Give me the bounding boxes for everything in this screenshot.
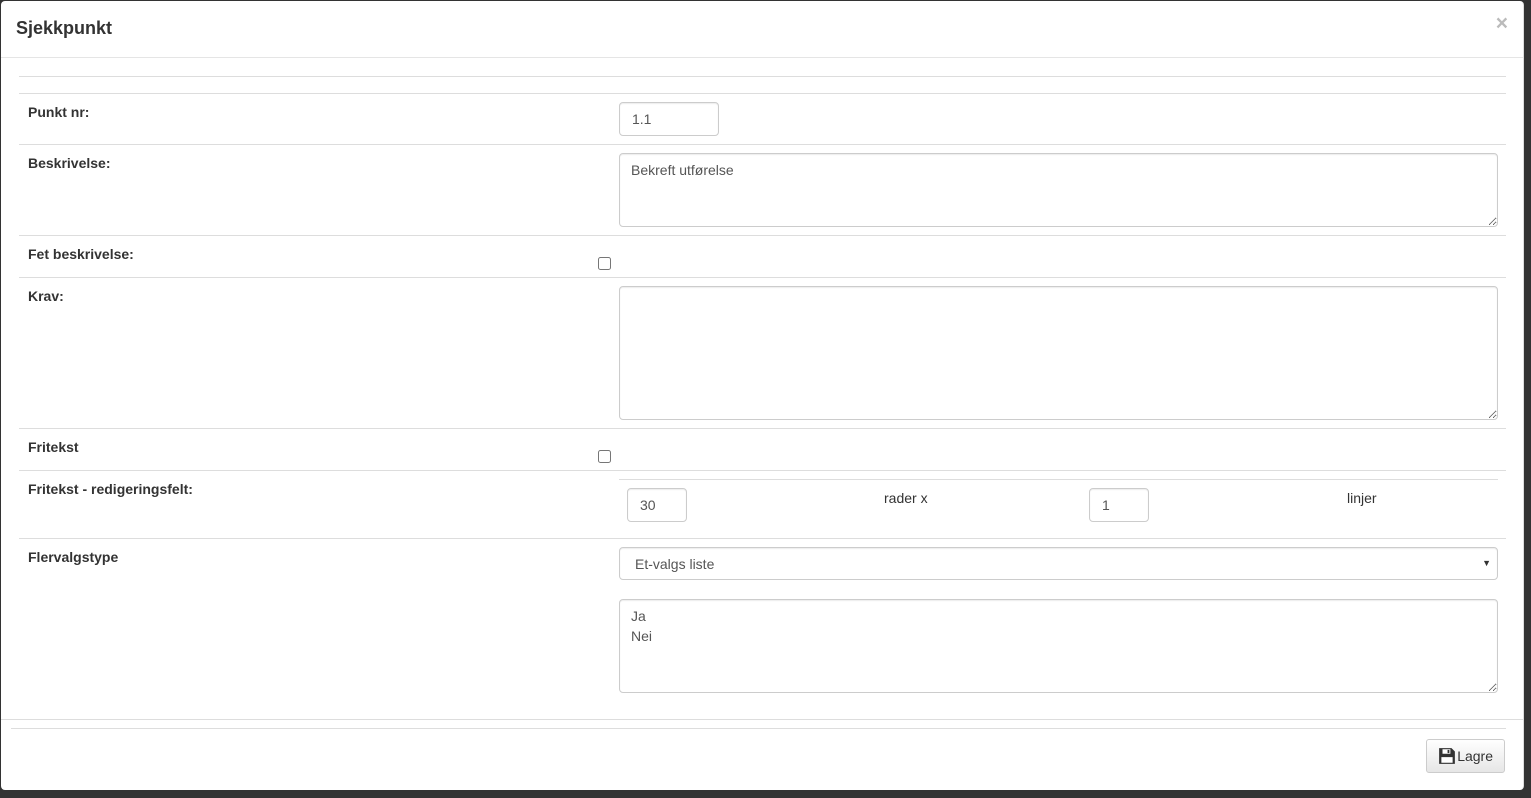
flervalgstype-select[interactable]: Et-valgs liste ▼ — [619, 547, 1498, 580]
divider — [619, 479, 1498, 480]
linjer-input[interactable] — [1089, 488, 1149, 522]
flervalgstype-selected-value: Et-valgs liste — [635, 556, 715, 572]
beskrivelse-label: Beskrivelse: — [28, 155, 111, 171]
divider — [19, 428, 1506, 429]
fritekst-label: Fritekst — [28, 439, 79, 455]
save-button-label: Lagre — [1457, 748, 1493, 764]
punkt-nr-input[interactable] — [619, 102, 719, 136]
fet-beskrivelse-checkbox[interactable] — [598, 257, 611, 270]
rader-input[interactable] — [627, 488, 687, 522]
krav-textarea[interactable] — [619, 286, 1498, 420]
floppy-disk-icon — [1439, 748, 1456, 764]
fet-beskrivelse-label: Fet beskrivelse: — [28, 246, 134, 262]
close-button[interactable]: × — [1496, 13, 1508, 34]
divider — [11, 728, 1506, 729]
divider — [19, 93, 1506, 94]
save-button[interactable]: Lagre — [1426, 739, 1505, 773]
divider — [19, 470, 1506, 471]
fritekst-checkbox[interactable] — [598, 450, 611, 463]
krav-label: Krav: — [28, 288, 64, 304]
divider — [19, 76, 1506, 77]
sjekkpunkt-dialog: Sjekkpunkt × Punkt nr: Beskrivelse: Bekr… — [1, 1, 1524, 790]
linjer-suffix: linjer — [1347, 490, 1377, 506]
punkt-nr-label: Punkt nr: — [28, 104, 90, 120]
flervalgstype-label: Flervalgstype — [28, 549, 119, 565]
divider — [1, 719, 1524, 720]
caret-down-icon: ▼ — [1482, 558, 1491, 568]
divider — [19, 277, 1506, 278]
rader-suffix: rader x — [884, 490, 928, 506]
divider — [19, 235, 1506, 236]
flervalg-options-textarea[interactable]: Ja Nei — [619, 599, 1498, 693]
beskrivelse-textarea[interactable]: Bekreft utførelse — [619, 153, 1498, 227]
dialog-title: Sjekkpunkt — [16, 18, 113, 38]
fritekst-redigeringsfelt-label: Fritekst - redigeringsfelt: — [28, 481, 193, 497]
divider — [19, 144, 1506, 145]
divider — [19, 538, 1506, 539]
modal-header: Sjekkpunkt × — [1, 1, 1523, 58]
